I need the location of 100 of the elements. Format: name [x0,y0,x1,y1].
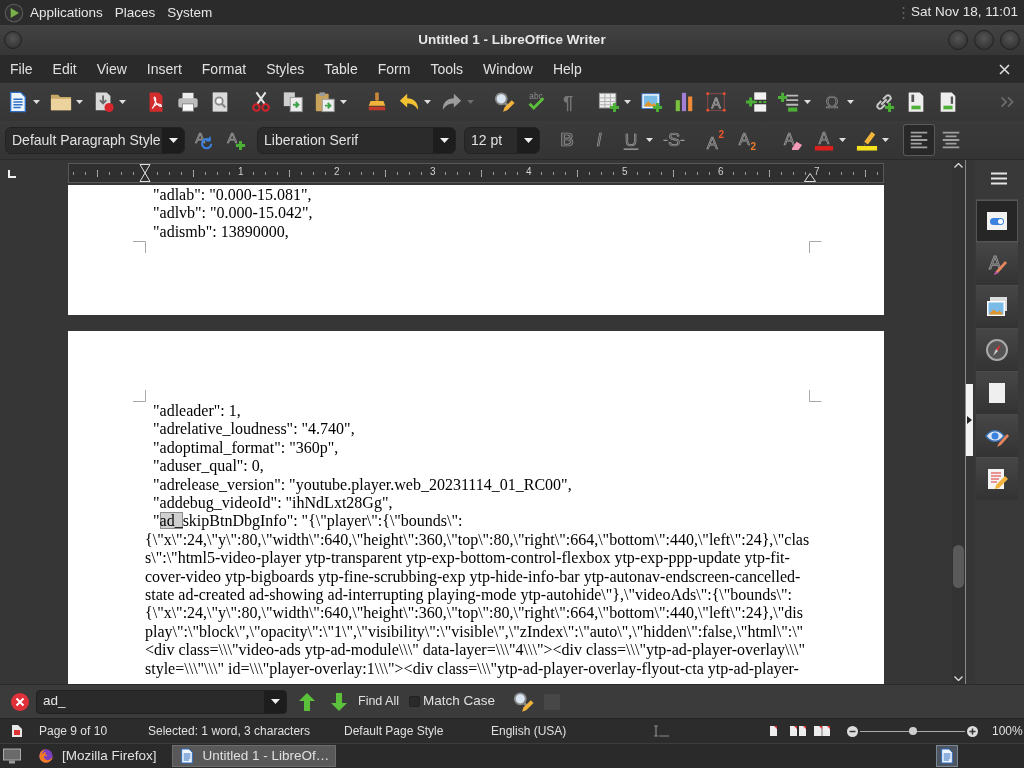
margin-corner-icon [133,241,146,254]
document-icon [7,91,29,113]
field-list-icon [778,91,800,113]
fox-globe-icon [38,748,54,764]
document-paragraph: "addebug_videoId": "ihNdLxt28Gg", [152,494,394,513]
grip-icon [901,5,905,20]
close-document-button[interactable] [997,61,1012,77]
caret-icon [119,100,126,104]
menu-item[interactable]: View [86,58,137,80]
copy-icon [282,91,304,113]
menu-item[interactable]: Form [367,58,421,80]
menu-item[interactable]: Help [542,58,592,80]
menu-item[interactable]: Table [314,58,368,80]
paragraph-style-combo[interactable]: Default Paragraph Style [5,126,185,154]
navigator-tab[interactable] [976,328,1018,371]
scroll-down-button[interactable] [954,673,963,684]
font-size-combo[interactable]: 12 pt [464,126,540,154]
search-field[interactable]: ad_ [36,689,287,714]
panel-menu[interactable]: Places [108,2,162,23]
menu-item[interactable]: Format [191,58,257,80]
page-indicator: Page 9 of 10 [39,723,109,739]
document-pencil-icon [985,467,1009,491]
document-paragraph: "adrelease_version": "youtube.player.web_20231114_01_RC00", [152,475,573,495]
taskbar-button[interactable]: Untitled 1 - LibreOf… [171,745,337,767]
dropdown-button[interactable] [517,127,539,153]
caret-icon [168,137,178,143]
vertical-scrollbar[interactable] [952,160,966,684]
ruler[interactable]: 1 2 3 4 5 6 7 [68,163,884,183]
gallery-tab[interactable] [976,285,1018,328]
plus-icon [967,725,978,737]
menu-item[interactable]: File [0,58,43,80]
desktop-icon [3,748,21,764]
caret-icon [624,100,631,104]
scrollbar-thumb[interactable] [953,545,964,588]
document-paragraph: "aduser_qual": 0, [152,457,265,476]
caret-icon [523,137,533,143]
close-icon [999,63,1010,75]
scissors-icon [250,91,272,113]
style-inspector-tab[interactable] [976,414,1018,457]
bar-chart-icon [673,91,695,113]
panel-menu[interactable]: System [161,2,219,23]
match-case-label[interactable]: Match Case [423,693,496,710]
page-tab[interactable] [976,371,1018,414]
dropdown-button[interactable] [264,690,286,713]
text-cursor-icon [652,725,670,737]
slider-thumb[interactable] [908,727,917,735]
menu-item[interactable]: Edit [42,58,87,80]
chevron-up-icon [954,163,963,168]
menu-item[interactable]: Styles [256,58,315,80]
table-icon [598,91,620,113]
sidebar-collapse-handle[interactable] [966,384,973,456]
caret-icon [847,100,854,104]
caret-icon [424,100,431,104]
caret-icon [839,138,846,142]
taskbar-button[interactable]: [Mozilla Firefox] [31,745,164,767]
properties-tab[interactable] [976,199,1018,242]
zoom-out-button[interactable] [847,725,858,737]
show-desktop-button[interactable] [3,748,21,764]
document-status-icon [12,725,22,737]
document-paragraph: "adismb": 13890000, [152,222,290,242]
caret-icon [340,100,347,104]
close-find-bar-button[interactable] [11,692,29,711]
indent-marker-icon [139,164,151,182]
align-left-icon [908,129,930,151]
workspace-pager[interactable] [936,745,958,767]
menu-item[interactable]: Window [473,58,543,80]
ruler-number: 7 [813,166,821,178]
match-case-checkbox[interactable] [409,696,420,707]
minus-icon [847,725,858,737]
menu-item[interactable]: Insert [136,58,192,80]
align-left-button[interactable] [903,124,935,156]
dropdown-button[interactable] [433,127,455,153]
caret-icon [467,100,474,104]
ruler-number: 2 [333,166,341,178]
compass-icon [985,338,1009,362]
window-title: Untitled 1 - LibreOffice Writer [418,31,606,47]
find-all-button[interactable]: Find All [354,692,403,711]
book-view-icon [812,725,832,737]
chevron-down-icon [954,676,963,681]
switch-icon [985,209,1009,233]
chain-link-icon [873,91,895,113]
dropdown-button[interactable] [162,127,184,153]
omega-icon: Ω [821,91,843,113]
selection-info: Selected: 1 word, 3 characters [148,723,312,739]
stamp-icon [366,91,388,113]
document-paragraph: "adrelative_loudness": "4.740", [152,420,356,439]
font-name-combo[interactable]: Liberation Serif [257,126,456,154]
find-replace-button[interactable] [512,690,535,713]
clipboard-icon [314,91,336,113]
panel-menu[interactable]: Applications [24,2,109,23]
caret-icon [270,699,280,704]
menu-item[interactable]: Tools [420,58,474,80]
highlighter-icon [856,129,878,151]
caret-icon [33,100,40,104]
margin-corner-icon [809,390,822,402]
manage-changes-tab[interactable] [976,457,1018,500]
document-paragraph: "ad_skipBtnDbgInfo": "{\"player\":{\"bounds\": {\"x\":24,\"y\":80,\"width\":640,\"height\":360,\"top\":80,\"right\":664,\"bottom\":440,\"left\":24},\"clas s\":\"html5-video-player ytp-transparent ytp-exp-bottom-control-flexbox ytp-exp-ppp-update ytp-fit- cover-video ytp-bigboards ytp-fine-scrubbing-exp ytp-hide-info-bar ytp-autonav-endscreen-cancelled- state ad-created ad-showing ad-interrupting playing-mode ytp-autohide\"},\"videoAds\":{\"bounds\": {\"x\":24,\"y\":80,\"width\":640,\"height\":360,\"top\":80,\"right\":664,\"bottom\":440,\"left\":24},\"dis play\":\"block\",\"opacity\":\"1\",\"visibility\":\"visible\",\"zIndex\":\"auto\",\"hidden\":false,\"html\":\" <div class=\\\"video-ads ytp-ad-module\\\" data-layer=\\\"4\\\"><div class=\\\"ytp-ad-player-overlay\\\" style=\\\"\\\" id=\\\"player-overlay:1\\\"><div class=\\\"ytp-ad-player-overlay-flyout-cta ytp-ad-player- [145,512,810,679]
ruler-number: 1 [237,166,245,178]
zoom-in-button[interactable] [967,725,978,737]
clock: Sat Nov 18, 11:01 [910,4,1018,21]
